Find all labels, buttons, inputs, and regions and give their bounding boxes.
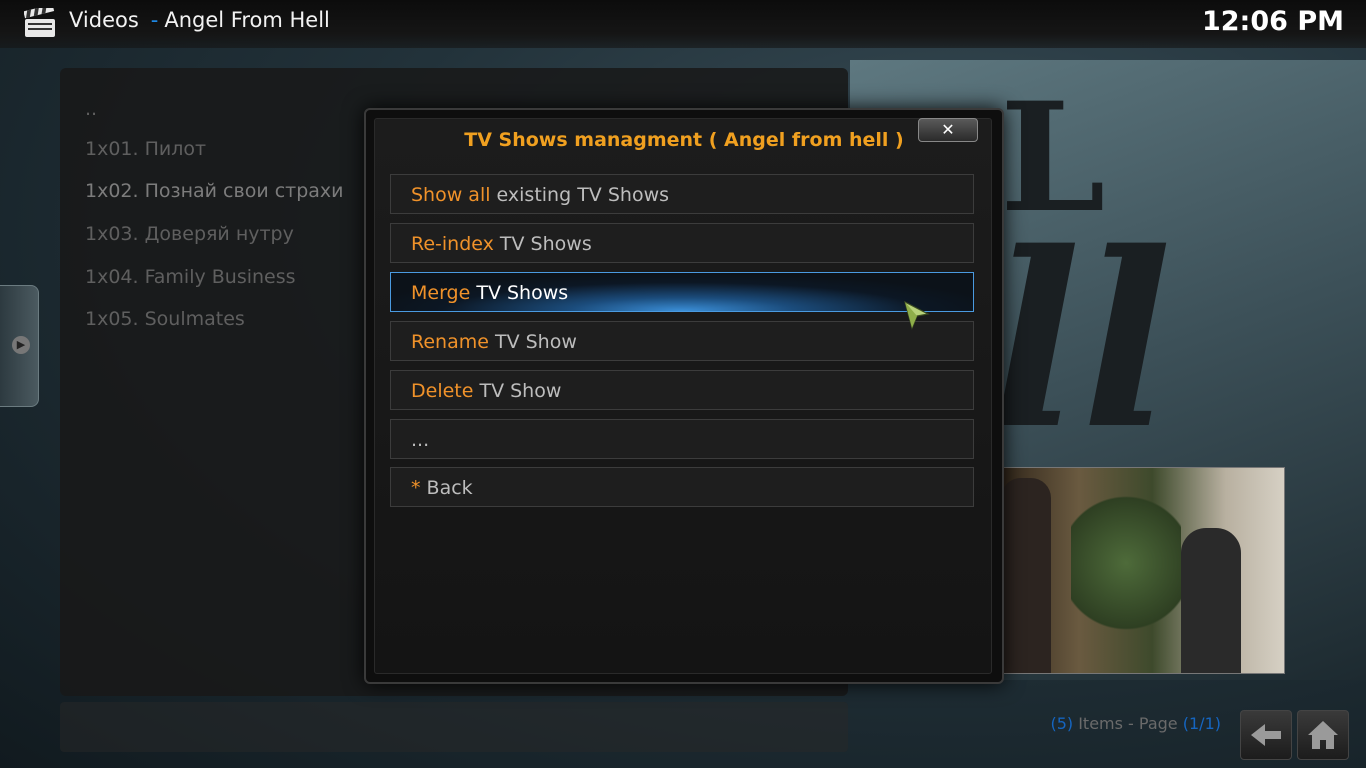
- menu-item-keyword: *: [411, 477, 421, 499]
- clock: 12:06 PM: [1201, 6, 1344, 37]
- menu-item-keyword: Merge: [411, 282, 471, 304]
- dialog-title: TV Shows managment ( Angel from hell ): [464, 129, 904, 151]
- menu-item-show-all[interactable]: Show all existing TV Shows: [390, 174, 974, 214]
- list-item-episode[interactable]: 1x05. Soulmates: [85, 308, 245, 330]
- home-icon: [1308, 721, 1338, 749]
- menu-item-label: existing TV Shows: [490, 184, 670, 206]
- menu-item-label: TV Show: [488, 331, 577, 353]
- menu-item-reindex[interactable]: Re-index TV Shows: [390, 223, 974, 263]
- list-item-episode[interactable]: 1x02. Познай свои страхи: [85, 180, 344, 202]
- list-item-parent[interactable]: ..: [85, 98, 97, 120]
- menu-item-keyword: Delete: [411, 380, 474, 402]
- header-bar: Videos - Angel From Hell 12:06 PM: [0, 0, 1366, 48]
- page-current: 1: [1188, 714, 1200, 733]
- chevron-right-icon: ▶: [12, 336, 30, 354]
- show-title: Angel From Hell: [164, 8, 330, 32]
- menu-item-more[interactable]: ...: [390, 419, 974, 459]
- menu-item-merge[interactable]: Merge TV Shows: [390, 272, 974, 312]
- menu-item-back[interactable]: * Back: [390, 467, 974, 507]
- back-arrow-icon: [1251, 724, 1281, 746]
- back-button[interactable]: [1240, 710, 1292, 760]
- clapperboard-icon: [24, 8, 55, 37]
- mouse-pointer-icon: [904, 300, 930, 330]
- menu-item-label: Back: [420, 477, 473, 499]
- fanart-script-decoration: ll: [990, 200, 1173, 482]
- thumbnail-figure: [1001, 478, 1051, 673]
- list-item-episode[interactable]: 1x04. Family Business: [85, 266, 296, 288]
- list-item-episode[interactable]: 1x01. Пилот: [85, 138, 206, 160]
- menu-item-label: TV Shows: [493, 233, 592, 255]
- thumbnail-plant: [1071, 488, 1181, 638]
- section-title: Videos: [69, 8, 139, 32]
- item-count: 5: [1056, 714, 1067, 733]
- episode-thumbnail: [990, 467, 1285, 674]
- home-button[interactable]: [1297, 710, 1349, 760]
- menu-item-keyword: Rename: [411, 331, 489, 353]
- menu-item-keyword: Re-index: [411, 233, 494, 255]
- menu-item-delete[interactable]: Delete TV Show: [390, 370, 974, 410]
- menu-item-label: ...: [411, 429, 430, 451]
- title-separator: -: [150, 8, 159, 32]
- menu-item-label: TV Show: [473, 380, 562, 402]
- close-button[interactable]: ✕: [918, 118, 978, 142]
- menu-item-keyword: Show all: [411, 184, 491, 206]
- close-icon: ✕: [941, 120, 955, 139]
- window-title: Videos - Angel From Hell: [69, 8, 330, 32]
- items-page-label: Items - Page: [1073, 714, 1183, 733]
- list-item-episode[interactable]: 1x03. Доверяй нутру: [85, 223, 294, 245]
- side-menu-tab[interactable]: ▶: [0, 285, 39, 407]
- info-panel: [60, 702, 848, 752]
- thumbnail-figure: [1181, 528, 1241, 673]
- page-total: 1: [1204, 714, 1215, 733]
- menu-item-label: TV Shows: [470, 282, 569, 304]
- items-page-info: (5) Items - Page (1/1): [1050, 714, 1221, 733]
- page-paren: ): [1214, 714, 1221, 733]
- tv-shows-management-dialog: TV Shows managment ( Angel from hell ) ✕…: [364, 108, 1004, 684]
- menu-item-rename[interactable]: Rename TV Show: [390, 321, 974, 361]
